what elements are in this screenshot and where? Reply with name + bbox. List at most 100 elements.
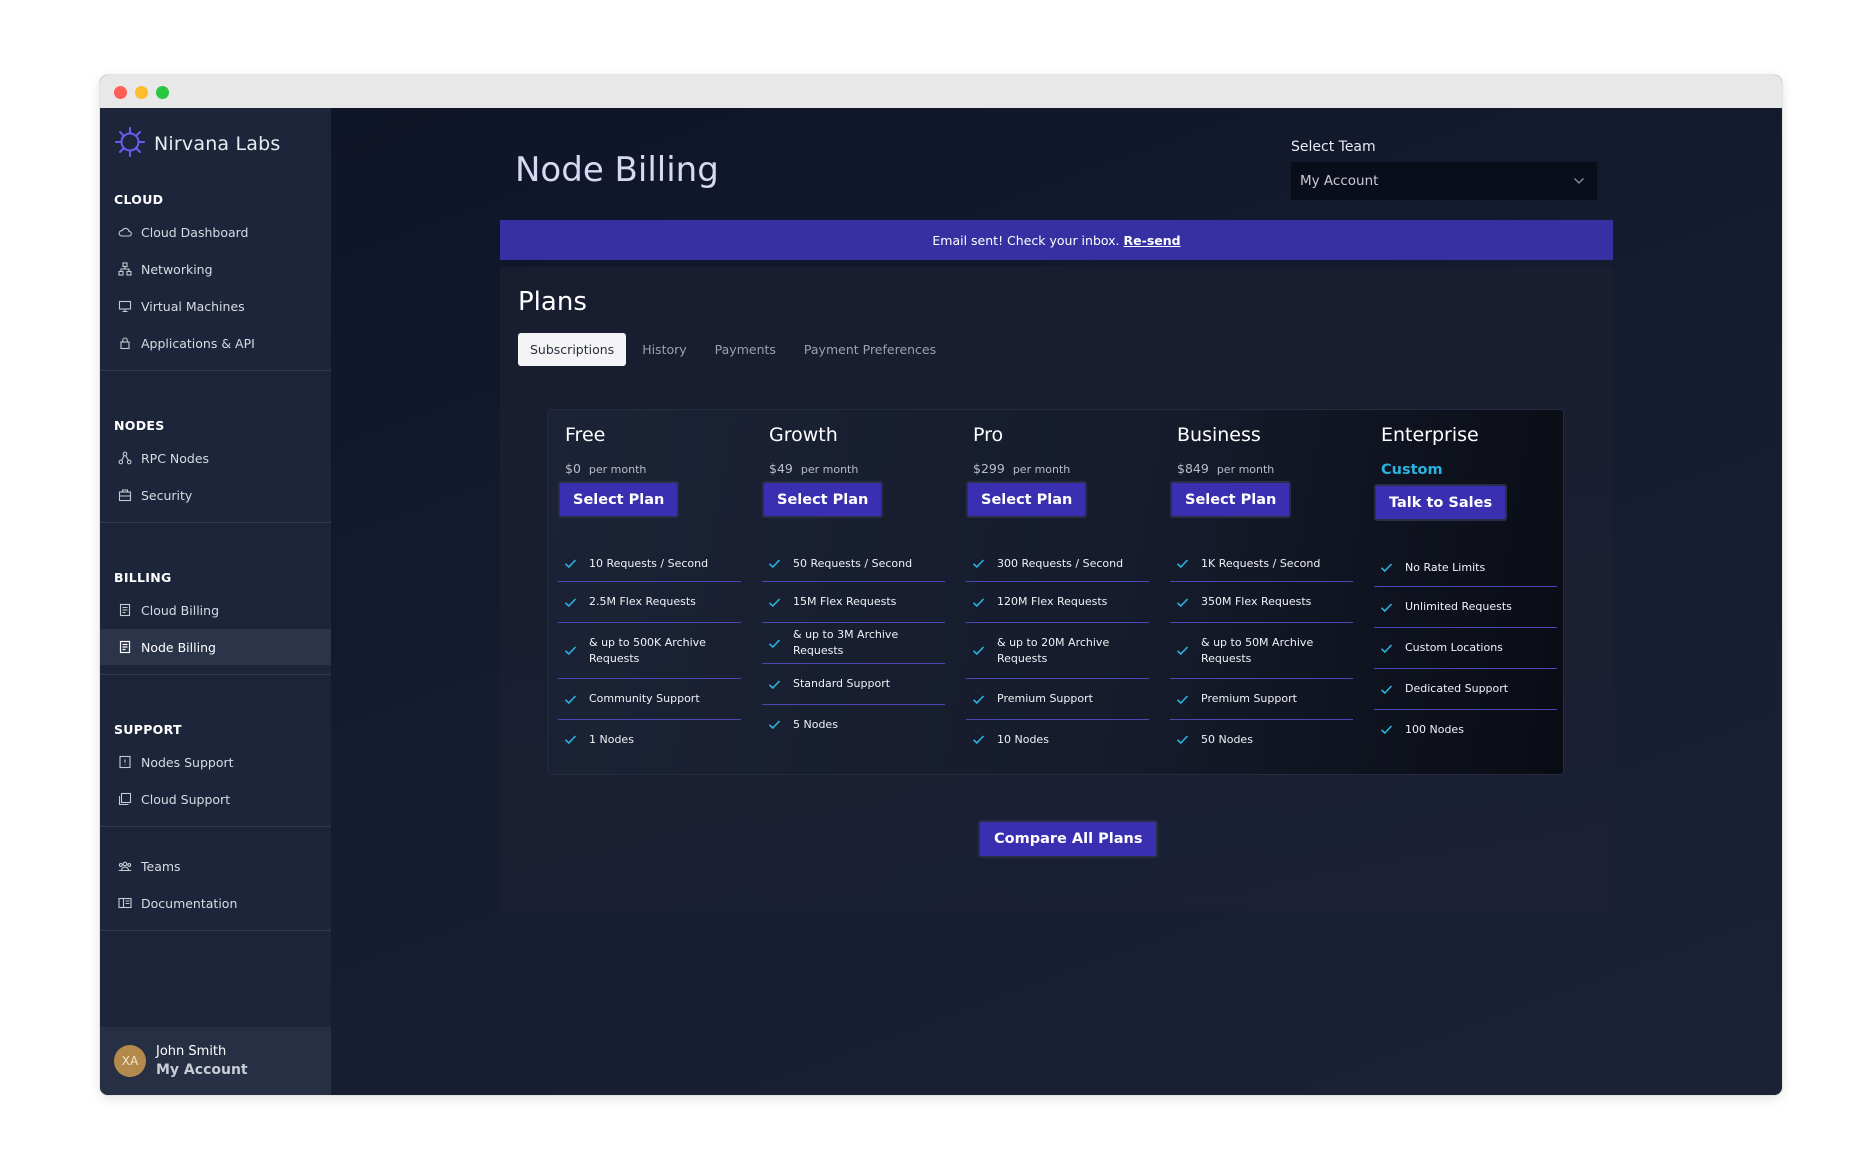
feature-item: Standard Support bbox=[762, 664, 945, 705]
feature-item: No Rate Limits bbox=[1374, 549, 1557, 587]
price-amount: $49 bbox=[769, 461, 793, 476]
select-team-label: Select Team bbox=[1291, 139, 1376, 155]
select-plan-button[interactable]: Select Plan bbox=[762, 481, 884, 518]
tab-history[interactable]: History bbox=[630, 333, 698, 366]
feature-item: & up to 20M Archive Requests bbox=[966, 623, 1149, 679]
brand[interactable]: Nirvana Labs bbox=[114, 126, 281, 162]
price-amount: $0 bbox=[565, 461, 581, 476]
browser-window: Nirvana Labs CLOUD Cloud Dashboard Netwo… bbox=[100, 75, 1782, 1095]
check-icon bbox=[1380, 643, 1393, 653]
sidebar-item-virtual-machines[interactable]: Virtual Machines bbox=[100, 288, 331, 324]
maximize-window-button[interactable] bbox=[156, 86, 169, 99]
sidebar-divider bbox=[100, 370, 331, 371]
check-icon bbox=[564, 597, 577, 607]
sidebar-item-cloud-support[interactable]: Cloud Support bbox=[100, 781, 331, 817]
check-icon bbox=[564, 694, 577, 704]
sidebar-item-nodes-support[interactable]: Nodes Support bbox=[100, 744, 331, 780]
tab-payments[interactable]: Payments bbox=[703, 333, 788, 366]
select-plan-button[interactable]: Select Plan bbox=[558, 481, 680, 518]
check-icon bbox=[972, 735, 985, 745]
check-icon bbox=[972, 597, 985, 607]
check-icon bbox=[1176, 559, 1189, 569]
receipt-icon bbox=[118, 603, 132, 617]
sidebar-item-cloud-dashboard[interactable]: Cloud Dashboard bbox=[100, 214, 331, 250]
close-window-button[interactable] bbox=[114, 86, 127, 99]
nirvana-logo-icon bbox=[114, 126, 146, 162]
price-period: per month bbox=[1012, 463, 1071, 476]
check-icon bbox=[564, 646, 577, 656]
check-icon bbox=[564, 559, 577, 569]
tab-subscriptions[interactable]: Subscriptions bbox=[518, 333, 627, 366]
banner-text: Email sent! Check your inbox. bbox=[932, 232, 1120, 248]
sidebar-item-teams[interactable]: Teams bbox=[100, 848, 331, 884]
minimize-window-button[interactable] bbox=[135, 86, 148, 99]
talk-to-sales-button[interactable]: Talk to Sales bbox=[1374, 484, 1508, 521]
check-icon bbox=[1176, 735, 1189, 745]
plan-name: Pro bbox=[973, 424, 1004, 446]
check-icon bbox=[972, 646, 985, 656]
sidebar-item-label: Documentation bbox=[141, 895, 238, 911]
sidebar-item-documentation[interactable]: Documentation bbox=[100, 885, 331, 921]
check-icon bbox=[768, 679, 781, 689]
sidebar-item-label: Cloud Dashboard bbox=[141, 224, 249, 240]
team-select[interactable]: My Account bbox=[1291, 162, 1597, 200]
feature-item: 50 Requests / Second bbox=[762, 546, 945, 582]
plan-price: $0 per month bbox=[565, 461, 646, 476]
sidebar-item-applications-api[interactable]: Applications & API bbox=[100, 325, 331, 361]
feature-item: 350M Flex Requests bbox=[1170, 582, 1353, 623]
feature-item: Unlimited Requests bbox=[1374, 587, 1557, 628]
check-icon bbox=[1380, 725, 1393, 735]
plan-features: 50 Requests / Second 15M Flex Requests &… bbox=[762, 546, 945, 744]
sidebar-item-rpc-nodes[interactable]: RPC Nodes bbox=[100, 440, 331, 476]
feature-item: 2.5M Flex Requests bbox=[558, 582, 741, 623]
feature-item: 10 Requests / Second bbox=[558, 546, 741, 582]
sidebar-item-label: Cloud Support bbox=[141, 791, 231, 807]
page-title: Node Billing bbox=[515, 150, 719, 190]
security-icon bbox=[118, 488, 132, 502]
support-icon bbox=[118, 792, 132, 806]
user-account-menu[interactable]: XA John Smith My Account bbox=[100, 1027, 331, 1095]
check-icon bbox=[768, 638, 781, 648]
check-icon bbox=[1176, 646, 1189, 656]
select-plan-button[interactable]: Select Plan bbox=[966, 481, 1088, 518]
sidebar-divider bbox=[100, 930, 331, 931]
plan-name: Free bbox=[565, 424, 606, 446]
sidebar-item-label: Networking bbox=[141, 261, 213, 277]
price-period: per month bbox=[800, 463, 859, 476]
receipt-icon bbox=[118, 640, 132, 654]
sidebar-item-label: Node Billing bbox=[141, 639, 216, 655]
plan-price: $849 per month bbox=[1177, 461, 1274, 476]
nodes-icon bbox=[118, 451, 132, 465]
price-period: per month bbox=[1216, 463, 1275, 476]
sidebar-item-networking[interactable]: Networking bbox=[100, 251, 331, 287]
sidebar-divider bbox=[100, 522, 331, 523]
check-icon bbox=[972, 559, 985, 569]
plan-name: Enterprise bbox=[1381, 424, 1479, 446]
feature-item: 10 Nodes bbox=[966, 720, 1149, 759]
select-plan-button[interactable]: Select Plan bbox=[1170, 481, 1292, 518]
support-icon bbox=[118, 755, 132, 769]
section-title-nodes: NODES bbox=[114, 418, 165, 433]
user-account-label: My Account bbox=[156, 1062, 248, 1078]
plan-features: No Rate Limits Unlimited Requests Custom… bbox=[1374, 549, 1557, 749]
resend-link[interactable]: Re-send bbox=[1124, 233, 1181, 248]
tab-payment-preferences[interactable]: Payment Preferences bbox=[792, 333, 948, 366]
check-icon bbox=[972, 694, 985, 704]
sidebar-item-node-billing[interactable]: Node Billing bbox=[100, 629, 331, 665]
sidebar-item-security[interactable]: Security bbox=[100, 477, 331, 513]
compare-all-plans-button[interactable]: Compare All Plans bbox=[978, 820, 1159, 858]
sidebar-item-label: Nodes Support bbox=[141, 754, 234, 770]
chevron-down-icon bbox=[1573, 173, 1585, 189]
plan-custom-price: Custom bbox=[1381, 462, 1443, 478]
check-icon bbox=[768, 559, 781, 569]
main-content: Node Billing Select Team My Account Emai… bbox=[331, 108, 1782, 1095]
check-icon bbox=[1176, 694, 1189, 704]
feature-item: Custom Locations bbox=[1374, 628, 1557, 669]
section-title-cloud: CLOUD bbox=[114, 192, 164, 207]
feature-item: 5 Nodes bbox=[762, 705, 945, 744]
feature-item: Community Support bbox=[558, 679, 741, 720]
team-select-value: My Account bbox=[1300, 173, 1379, 189]
avatar: XA bbox=[114, 1045, 146, 1077]
lock-icon bbox=[118, 336, 132, 350]
sidebar-item-cloud-billing[interactable]: Cloud Billing bbox=[100, 592, 331, 628]
